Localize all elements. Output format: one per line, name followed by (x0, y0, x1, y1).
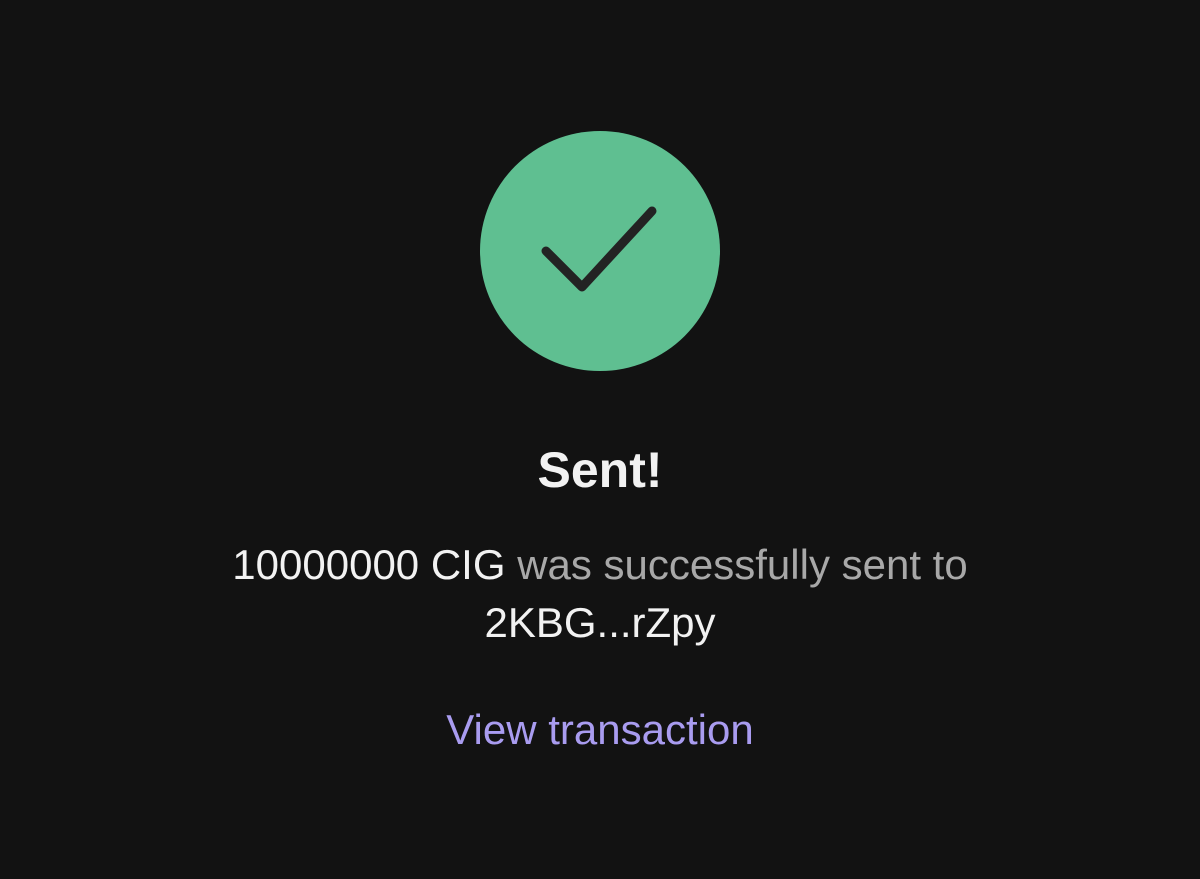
transaction-success-screen: Sent! 10000000 CIG was successfully sent… (0, 0, 1200, 879)
success-text: was successfully sent to (517, 541, 968, 588)
success-badge (480, 131, 720, 371)
view-transaction-link[interactable]: View transaction (0, 702, 1200, 758)
success-message: 10000000 CIG was successfully sent to 2K… (0, 536, 1200, 652)
success-message-line-1: 10000000 CIG was successfully sent to (0, 536, 1200, 594)
check-icon (541, 206, 657, 292)
success-message-line-2: 2KBG...rZpy (0, 594, 1200, 652)
recipient-address: 2KBG...rZpy (484, 599, 716, 646)
page-title: Sent! (537, 442, 663, 498)
sent-amount: 10000000 CIG (232, 541, 506, 588)
